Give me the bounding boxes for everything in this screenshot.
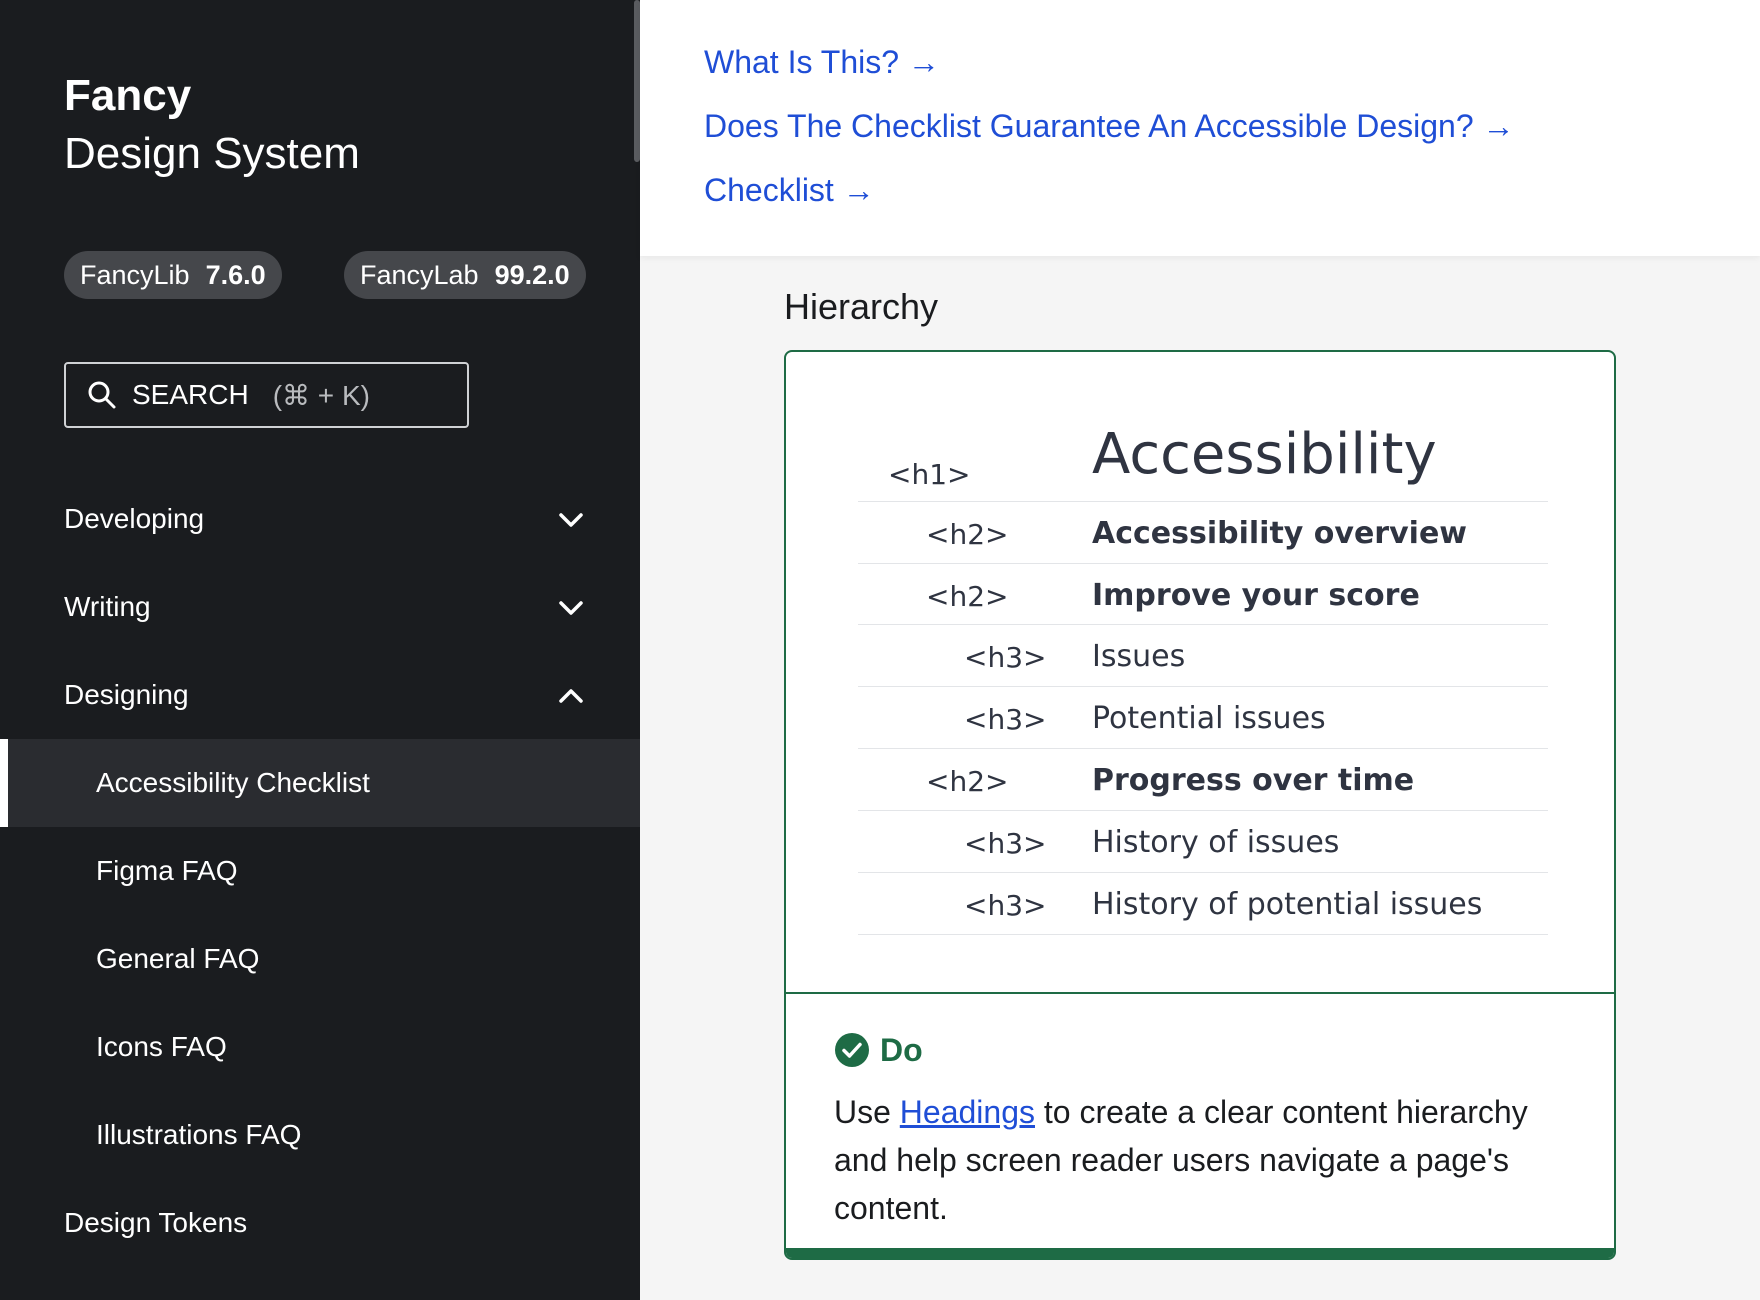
hierarchy-tag: <h3> (964, 827, 1047, 860)
hierarchy-heading: Accessibility overview (1092, 516, 1467, 551)
version-badge-name: FancyLab (360, 259, 479, 290)
hierarchy-heading: History of issues (1092, 825, 1340, 860)
hierarchy-heading: Issues (1092, 639, 1186, 674)
headings-link[interactable]: Headings (900, 1094, 1035, 1130)
hierarchy-tag: <h2> (926, 518, 1009, 551)
nav-subitem-icons-faq[interactable]: Icons FAQ (0, 1003, 640, 1091)
nav-subitem-label: Icons FAQ (96, 1031, 227, 1062)
hierarchy-tag: <h2> (926, 580, 1009, 613)
nav-subitem-label: General FAQ (96, 943, 260, 974)
version-badge-version: 99.2.0 (494, 259, 570, 290)
card-accent-bar (786, 1248, 1614, 1258)
hierarchy-heading: Progress over time (1092, 763, 1415, 798)
nav-subitem-label: Accessibility Checklist (96, 767, 370, 798)
hierarchy-tag: <h3> (964, 641, 1047, 674)
do-label: Do (880, 1031, 923, 1068)
toc-link-what-is-this[interactable]: What Is This? → (704, 44, 940, 81)
version-badge-version: 7.6.0 (205, 259, 266, 290)
search-button[interactable]: SEARCH (⌘ + K) (64, 362, 469, 428)
do-guidance: Do Use Headings to create a clear conten… (834, 1028, 1574, 1232)
hierarchy-tag: <h3> (964, 703, 1047, 736)
hierarchy-row-h2: <h2> Progress over time (858, 749, 1548, 811)
nav-subitem-general-faq[interactable]: General FAQ (0, 915, 640, 1003)
do-description: Use Headings to create a clear content h… (834, 1088, 1574, 1232)
do-example-card: <h1> Accessibility <h2> Accessibility ov… (784, 350, 1616, 1260)
search-shortcut-hint: (⌘ + K) (272, 379, 370, 411)
search-icon (88, 381, 116, 409)
brand-subtitle: Design System (64, 129, 360, 178)
hierarchy-heading: Improve your score (1092, 578, 1420, 613)
nav-item-label: Design Tokens (64, 1207, 248, 1238)
hierarchy-heading: Accessibility (1092, 422, 1437, 487)
hierarchy-row-h1: <h1> Accessibility (858, 416, 1548, 502)
check-circle-icon (835, 1033, 869, 1067)
nav-item-design-tokens[interactable]: Design Tokens (0, 1179, 640, 1267)
hierarchy-row-h2: <h2> Improve your score (858, 564, 1548, 625)
hierarchy-heading: Potential issues (1092, 701, 1326, 736)
chevron-down-icon (559, 601, 583, 615)
hierarchy-row-h3: <h3> History of issues (858, 811, 1548, 873)
nav-subitem-label: Figma FAQ (96, 855, 238, 886)
brand-name: Fancy (64, 71, 192, 120)
hierarchy-heading: History of potential issues (1092, 887, 1483, 922)
brand-logo[interactable]: Fancy Design System (64, 68, 360, 184)
hierarchy-tag: <h3> (964, 889, 1047, 922)
hierarchy-tag: <h2> (926, 765, 1009, 798)
nav-item-label: Writing (64, 591, 151, 622)
search-label: SEARCH (132, 379, 249, 410)
toc-link-checklist[interactable]: Checklist → (704, 172, 875, 209)
version-badge-fancylib[interactable]: FancyLib 7.6.0 (64, 251, 282, 299)
version-badge-name: FancyLib (80, 259, 190, 290)
nav-item-label: Designing (64, 679, 189, 710)
section-title: Hierarchy (784, 286, 939, 327)
nav-item-label: Developing (64, 503, 205, 534)
table-of-contents: What Is This? → Does The Checklist Guara… (640, 0, 1760, 256)
hierarchy-row-h3: <h3> History of potential issues (858, 873, 1548, 935)
hierarchy-row-h2: <h2> Accessibility overview (858, 502, 1548, 564)
nav-subitem-label: Illustrations FAQ (96, 1119, 302, 1150)
hierarchy-row-h3: <h3> Potential issues (858, 687, 1548, 749)
hierarchy-tag: <h1> (888, 458, 971, 491)
chevron-down-icon (559, 513, 583, 527)
nav-subitem-accessibility-checklist[interactable]: Accessibility Checklist (0, 739, 640, 827)
sidebar: Fancy Design System FancyLib 7.6.0 Fancy… (0, 0, 640, 1300)
hierarchy-row-h3: <h3> Issues (858, 625, 1548, 687)
nav-item-designing[interactable]: Designing (0, 651, 640, 739)
nav-subitem-illustrations-faq[interactable]: Illustrations FAQ (0, 1091, 640, 1179)
toc-link-guarantee[interactable]: Does The Checklist Guarantee An Accessib… (704, 108, 1515, 145)
do-header: Do (834, 1028, 1574, 1072)
nav-item-developing[interactable]: Developing (0, 475, 640, 563)
nav-item-writing[interactable]: Writing (0, 563, 640, 651)
card-divider (786, 992, 1614, 994)
chevron-up-icon (559, 689, 583, 703)
do-text-before: Use (834, 1094, 900, 1130)
nav-subitem-figma-faq[interactable]: Figma FAQ (0, 827, 640, 915)
version-badge-fancylab[interactable]: FancyLab 99.2.0 (344, 251, 586, 299)
